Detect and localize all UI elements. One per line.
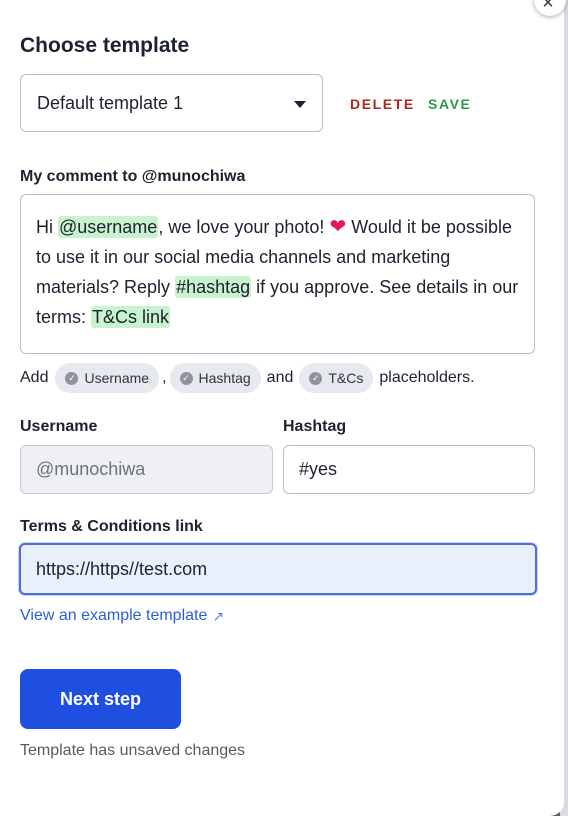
- external-link-icon: ↗: [212, 607, 225, 624]
- delete-template-button[interactable]: DELETE: [350, 96, 415, 112]
- separator-and: and: [266, 369, 294, 386]
- example-template-link-text: View an example template: [20, 607, 208, 624]
- tcs-placeholder-token: T&Cs link: [91, 306, 171, 328]
- placeholders-prefix: Add: [20, 369, 49, 386]
- check-circle-icon: ✓: [65, 371, 79, 385]
- close-button[interactable]: ×: [534, 0, 566, 16]
- unsaved-status: Template has unsaved changes: [20, 742, 246, 759]
- hashtag-field[interactable]: #yes: [283, 445, 535, 494]
- save-template-button[interactable]: SAVE: [428, 96, 472, 112]
- terms-link-field[interactable]: https://https//test.com: [19, 543, 537, 595]
- check-circle-icon: ✓: [309, 371, 323, 385]
- template-select-value: Default template 1: [37, 92, 184, 113]
- comment-textarea[interactable]: Hi @username, we love your photo! ❤ Woul…: [20, 194, 535, 354]
- terms-link-value: https://https//test.com: [36, 558, 208, 579]
- username-value: @munochiwa: [36, 459, 146, 479]
- hashtag-label: Hashtag: [283, 418, 347, 435]
- separator-comma: ,: [162, 369, 167, 386]
- chip-label: T&Cs: [328, 370, 364, 386]
- next-step-button[interactable]: Next step: [20, 669, 181, 729]
- username-label: Username: [20, 418, 98, 435]
- chip-username[interactable]: ✓ Username: [55, 363, 160, 393]
- template-modal: × Choose template Default template 1 DEL…: [0, 0, 566, 816]
- modal-title: Choose template: [20, 34, 190, 57]
- hashtag-value: #yes: [299, 459, 338, 479]
- comment-text: Hi: [36, 217, 58, 237]
- comment-label: My comment to @munochiwa: [20, 168, 246, 185]
- chip-label: Username: [84, 370, 150, 386]
- placeholder-chips-row: Add ✓ Username , ✓ Hashtag and ✓ T&Cs pl…: [20, 363, 475, 393]
- username-field: @munochiwa: [20, 445, 273, 494]
- username-placeholder-token: @username: [58, 216, 159, 238]
- hashtag-placeholder-token: #hashtag: [175, 276, 252, 298]
- chip-tcs[interactable]: ✓ T&Cs: [299, 363, 374, 393]
- template-select[interactable]: Default template 1: [20, 74, 323, 132]
- placeholders-suffix: placeholders.: [379, 369, 475, 386]
- comment-text: , we love your photo!: [158, 217, 330, 237]
- close-icon: ×: [542, 0, 554, 14]
- heart-emoji: ❤: [329, 216, 347, 238]
- caret-down-icon: [294, 101, 306, 108]
- check-circle-icon: ✓: [179, 371, 193, 385]
- chip-label: Hashtag: [198, 370, 251, 386]
- chip-hashtag[interactable]: ✓ Hashtag: [169, 363, 261, 393]
- terms-label: Terms & Conditions link: [20, 518, 203, 535]
- example-template-link[interactable]: View an example template ↗: [20, 607, 224, 625]
